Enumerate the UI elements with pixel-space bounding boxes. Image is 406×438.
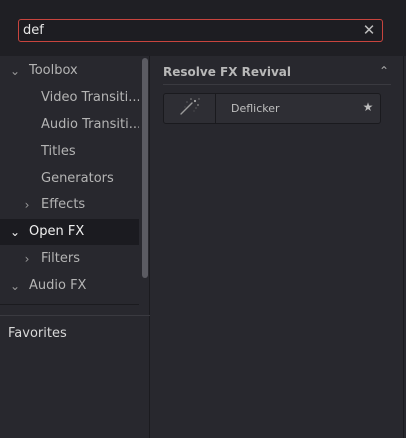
tree-item-label: Effects [41, 197, 86, 212]
star-icon[interactable]: ★ [361, 100, 375, 114]
tree-item-effects[interactable]: › Effects [0, 192, 139, 218]
chevron-down-icon: ⌄ [9, 225, 21, 239]
tree-item-titles[interactable]: Titles [0, 139, 139, 165]
tree-item-video-transitions[interactable]: Video Transiti... [0, 85, 139, 111]
clear-search-icon[interactable]: ✕ [361, 22, 377, 38]
tree-item-generators[interactable]: Generators [0, 166, 139, 192]
panel-edge [403, 56, 404, 438]
tree-item-label: Titles [41, 144, 76, 159]
search-input[interactable] [23, 21, 353, 40]
magic-wand-icon [164, 94, 216, 123]
tree-item-label: Open FX [29, 224, 85, 239]
tree-item-label: Video Transiti... [41, 90, 139, 105]
chevron-right-icon: › [24, 198, 30, 212]
chevron-right-icon: › [24, 252, 30, 266]
chevron-up-icon[interactable]: ⌃ [377, 63, 391, 79]
effect-item-deflicker[interactable]: Deflicker ★ [163, 93, 381, 124]
tree-item-toolbox[interactable]: ⌄ Toolbox [0, 58, 139, 84]
tree-item-label: Audio Transiti... [41, 117, 139, 132]
tree-item-label: Filters [41, 251, 80, 266]
favorites-header[interactable]: Favorites [8, 324, 67, 344]
search-box[interactable]: ✕ [18, 19, 383, 42]
panel-divider [0, 315, 150, 316]
chevron-down-icon: ⌄ [9, 279, 21, 293]
effects-tree-panel: ⌄ Toolbox Video Transiti... Audio Transi… [0, 56, 150, 438]
tree-item-open-fx[interactable]: ⌄ Open FX [0, 219, 139, 245]
tree-item-label: Audio FX [29, 278, 87, 293]
tree-item-audio-transitions[interactable]: Audio Transiti... [0, 112, 139, 138]
tree-item-audio-fx[interactable]: ⌄ Audio FX [0, 273, 139, 299]
tree-item-label: Generators [41, 171, 114, 186]
search-bar: ✕ [0, 0, 406, 56]
group-title: Resolve FX Revival [163, 65, 291, 79]
chevron-down-icon: ⌄ [9, 64, 21, 78]
effects-list-panel: Resolve FX Revival ⌃ Deflicker ★ [151, 56, 406, 438]
effects-tree: ⌄ Toolbox Video Transiti... Audio Transi… [0, 56, 139, 304]
tree-item-filters[interactable]: › Filters [0, 246, 139, 272]
tree-scrollbar[interactable] [142, 58, 148, 278]
tree-bottom-edge [0, 304, 139, 305]
tree-item-label: Toolbox [29, 63, 78, 78]
group-header: Resolve FX Revival ⌃ [163, 63, 391, 85]
effect-name: Deflicker [231, 102, 280, 115]
